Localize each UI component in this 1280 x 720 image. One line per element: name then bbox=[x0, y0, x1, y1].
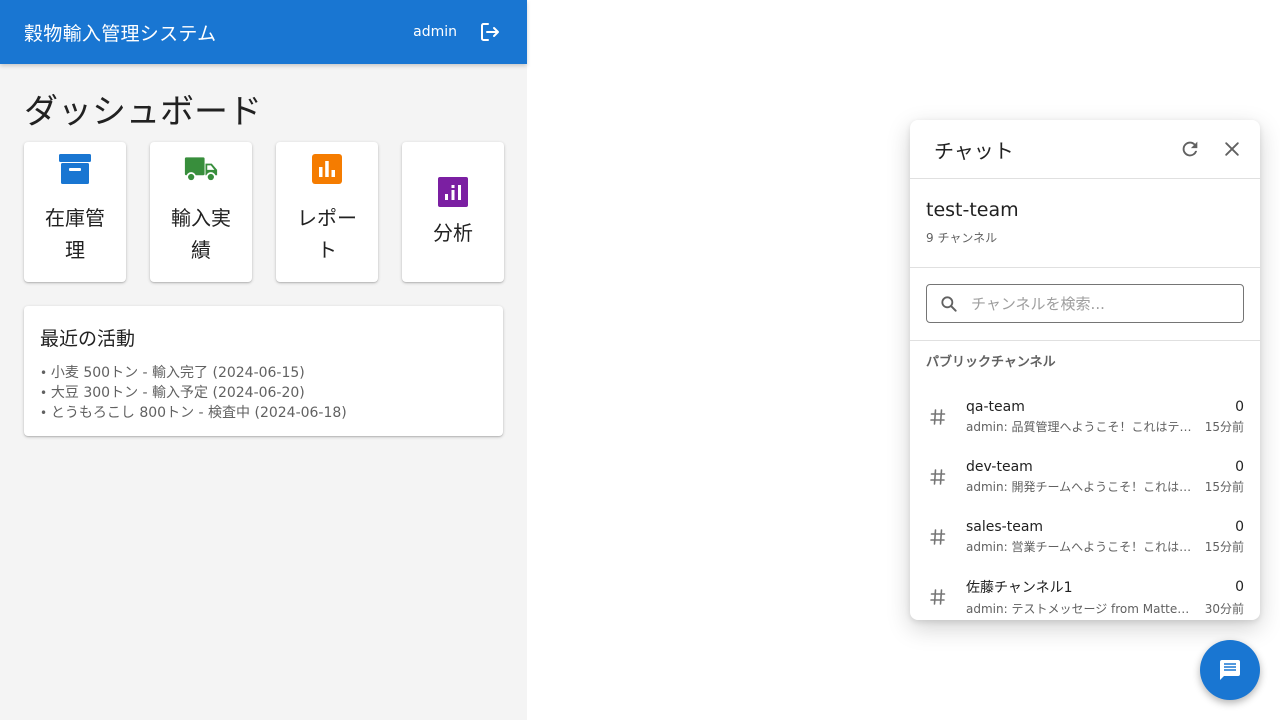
card-label: 輸入実績 bbox=[171, 206, 231, 262]
channel-body: sales-team 0 admin: 営業チームへようこそ！これはテストメッセ… bbox=[966, 519, 1244, 555]
channel-name: qa-team bbox=[966, 399, 1025, 415]
last-message: admin: テストメッセージ from Mattermost bbox=[966, 602, 1193, 616]
hash-icon bbox=[926, 525, 950, 549]
unread-count: 0 bbox=[1235, 399, 1244, 415]
logout-icon bbox=[481, 23, 499, 41]
dashboard-cards: 在庫管理 輸入実績 レポート 分析 bbox=[24, 142, 504, 282]
card-label: レポート bbox=[297, 206, 357, 262]
channel-item-sales-team[interactable]: sales-team 0 admin: 営業チームへようこそ！これはテストメッセ… bbox=[910, 507, 1260, 567]
team-name: test-team bbox=[926, 199, 1019, 221]
unread-count: 0 bbox=[1235, 459, 1244, 475]
bar-chart-icon bbox=[310, 152, 344, 186]
last-message: admin: 品質管理へようこそ！これはテストメッセージです bbox=[966, 420, 1193, 434]
logout-button[interactable] bbox=[477, 19, 503, 45]
report-card[interactable]: レポート bbox=[276, 142, 378, 282]
analytics-icon bbox=[436, 175, 470, 209]
analytics-card[interactable]: 分析 bbox=[402, 142, 504, 282]
channel-body: qa-team 0 admin: 品質管理へようこそ！これはテストメッセージです… bbox=[966, 399, 1244, 435]
last-message-time: 15分前 bbox=[1204, 420, 1244, 434]
app-title: 穀物輸入管理システム bbox=[24, 22, 217, 45]
channel-body: 佐藤チャンネル1 0 admin: テストメッセージ from Mattermo… bbox=[966, 577, 1244, 617]
last-message-time: 15分前 bbox=[1204, 540, 1244, 554]
activity-list: 小麦 500トン - 輸入完了 (2024-06-15) 大豆 300トン - … bbox=[40, 363, 487, 423]
close-chat-button[interactable] bbox=[1218, 135, 1246, 163]
search-icon bbox=[941, 295, 957, 312]
activity-item: とうもろこし 800トン - 検査中 (2024-06-18) bbox=[40, 403, 487, 423]
channel-search-box bbox=[926, 284, 1244, 323]
page-title: ダッシュボード bbox=[24, 92, 262, 132]
chat-icon bbox=[1220, 660, 1240, 680]
channel-count: 9 チャンネル bbox=[926, 231, 998, 245]
activity-title: 最近の活動 bbox=[40, 328, 136, 350]
channel-name: dev-team bbox=[966, 459, 1033, 475]
close-icon bbox=[1225, 142, 1239, 156]
channel-body: dev-team 0 admin: 開発チームへようこそ！これはテストメッセージ… bbox=[966, 459, 1244, 495]
chat-toggle-button[interactable] bbox=[1200, 640, 1260, 700]
team-info: test-team 9 チャンネル bbox=[910, 179, 1260, 268]
channel-item-qa-team[interactable]: qa-team 0 admin: 品質管理へようこそ！これはテストメッセージです… bbox=[910, 387, 1260, 447]
last-message-time: 30分前 bbox=[1204, 602, 1244, 616]
last-message-time: 15分前 bbox=[1204, 480, 1244, 494]
truck-icon bbox=[184, 152, 218, 186]
hash-icon bbox=[926, 465, 950, 489]
last-message: admin: 開発チームへようこそ！これはテストメッセージです bbox=[966, 480, 1193, 494]
unread-count: 0 bbox=[1235, 519, 1244, 535]
card-label: 分析 bbox=[433, 221, 473, 245]
app-bar: 穀物輸入管理システム admin bbox=[0, 0, 527, 64]
channel-name: 佐藤チャンネル1 bbox=[966, 580, 1073, 596]
main-app: 穀物輸入管理システム admin ダッシュボード 在庫管理 輸入実績 レポート … bbox=[0, 0, 527, 720]
channel-search-input[interactable] bbox=[969, 293, 1231, 314]
search-area bbox=[910, 268, 1260, 341]
refresh-button[interactable] bbox=[1176, 135, 1204, 163]
chat-panel: チャット test-team 9 チャンネル パブリックチャンネル bbox=[910, 120, 1260, 620]
channel-item-dev-team[interactable]: dev-team 0 admin: 開発チームへようこそ！これはテストメッセージ… bbox=[910, 447, 1260, 507]
activity-item: 大豆 300トン - 輸入予定 (2024-06-20) bbox=[40, 383, 487, 403]
inventory-card[interactable]: 在庫管理 bbox=[24, 142, 126, 282]
channel-item-sato-channel1[interactable]: 佐藤チャンネル1 0 admin: テストメッセージ from Mattermo… bbox=[910, 567, 1260, 620]
chat-header: チャット bbox=[910, 120, 1260, 179]
username-label: admin bbox=[413, 24, 457, 40]
last-message: admin: 営業チームへようこそ！これはテストメッセージです bbox=[966, 540, 1193, 554]
channel-name: sales-team bbox=[966, 519, 1044, 535]
refresh-icon bbox=[1182, 141, 1198, 157]
imports-card[interactable]: 輸入実績 bbox=[150, 142, 252, 282]
unread-count: 0 bbox=[1235, 579, 1244, 595]
hash-icon bbox=[926, 585, 950, 609]
card-label: 在庫管理 bbox=[45, 206, 105, 262]
activity-item: 小麦 500トン - 輸入完了 (2024-06-15) bbox=[40, 363, 487, 383]
hash-icon bbox=[926, 405, 950, 429]
chat-title: チャット bbox=[934, 138, 1014, 163]
archive-icon bbox=[58, 152, 92, 186]
public-channels-heading: パブリックチャンネル bbox=[926, 355, 1056, 370]
recent-activity-card: 最近の活動 小麦 500トン - 輸入完了 (2024-06-15) 大豆 30… bbox=[24, 306, 503, 436]
